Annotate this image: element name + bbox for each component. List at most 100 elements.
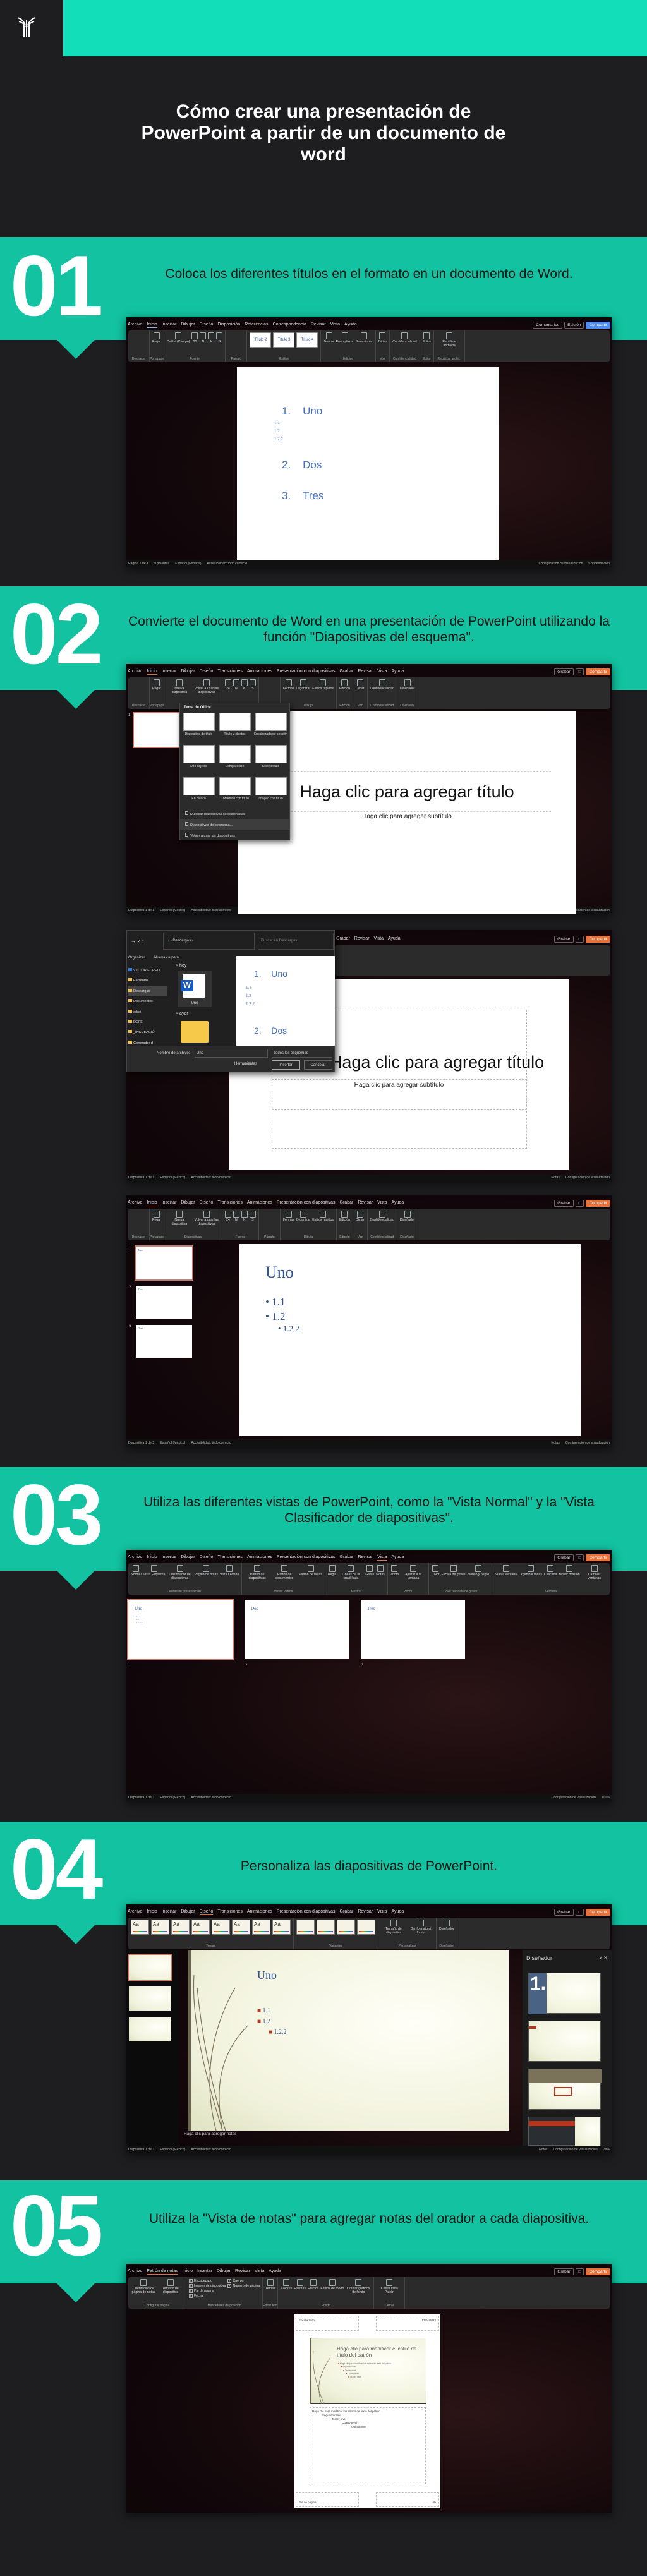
- tab-archivo[interactable]: Archivo: [128, 1200, 142, 1206]
- slide-bullets[interactable]: ■ 1.1 ■ 1.2 ■ 1.2.2: [257, 2005, 287, 2038]
- tab-ayuda[interactable]: Ayuda: [392, 1200, 404, 1206]
- style-titulo-2[interactable]: Título 2: [250, 332, 272, 348]
- search-input[interactable]: Buscar en Descargas: [258, 933, 334, 950]
- ribbon-button-dictar[interactable]: Dictar: [356, 1211, 365, 1222]
- slide-thumbnail[interactable]: Uno • 1.1 • 1.2 • 1.2.2: [127, 1599, 234, 1660]
- tab-insertar[interactable]: Insertar: [162, 1909, 177, 1914]
- file-item[interactable]: W Uno: [178, 971, 212, 1007]
- notes-body-placeholder[interactable]: Haga clic para modificar los estilos de …: [310, 2407, 426, 2484]
- theme-thumbnail[interactable]: [337, 1920, 355, 1935]
- nav-arrows-icon[interactable]: → ˅ ↑: [131, 938, 144, 944]
- ribbon-button-efectos[interactable]: Efectos: [308, 2279, 318, 2294]
- tab-insertar[interactable]: Insertar: [162, 1200, 177, 1206]
- tab-transiciones[interactable]: Transiciones: [217, 1555, 242, 1560]
- tab-archivo[interactable]: Archivo: [128, 669, 142, 674]
- design-idea[interactable]: 1.: [528, 1973, 601, 2014]
- ribbon-button-ajustar-a-la-ventana[interactable]: Ajustar a la ventana: [401, 1565, 426, 1580]
- ribbon-button-dictar[interactable]: Dictar: [356, 679, 365, 691]
- status-item[interactable]: Notas: [551, 1441, 560, 1445]
- slide-canvas[interactable]: Uno • 1.1 • 1.2 • 1.2.2: [239, 1244, 581, 1436]
- tab-revisar[interactable]: Revisar: [311, 322, 326, 327]
- ribbon-button-blanco-y-negro[interactable]: Blanco y negro: [468, 1565, 489, 1576]
- nav-item-edrei[interactable]: edrei: [128, 1007, 167, 1017]
- tab-ayuda[interactable]: Ayuda: [269, 2269, 281, 2274]
- theme-thumbnail[interactable]: Aa: [252, 1920, 270, 1935]
- tab-ayuda[interactable]: Ayuda: [392, 669, 404, 674]
- tab-animaciones[interactable]: Animaciones: [247, 669, 272, 674]
- record-button[interactable]: Grabar: [554, 668, 574, 675]
- ribbon-button-formas[interactable]: Formas: [283, 679, 294, 691]
- date-placeholder[interactable]: 13/04/2023: [376, 2316, 439, 2331]
- tab-vista[interactable]: Vista: [330, 322, 340, 327]
- layout-option[interactable]: Título y objetos: [217, 713, 252, 744]
- tab-transiciones[interactable]: Transiciones: [217, 669, 242, 674]
- close-icon[interactable]: ˅ ✕: [599, 1955, 608, 1961]
- tab-ayuda[interactable]: Ayuda: [388, 936, 401, 941]
- ribbon-button-patron-de-documentos[interactable]: Patrón de documentos: [272, 1565, 297, 1580]
- tab-dibujar[interactable]: Dibujar: [181, 1200, 195, 1206]
- tab-inicio[interactable]: Inicio: [147, 1909, 157, 1914]
- address-bar[interactable]: ↓ › Descargas ›: [163, 933, 255, 950]
- slide-thumbnail[interactable]: [129, 2017, 171, 2041]
- ribbon-button-s[interactable]: S: [249, 679, 256, 691]
- ribbon-button-nueva-diapositiva[interactable]: Nueva diapositiva: [167, 1211, 192, 1226]
- slide-thumbnail[interactable]: Dos: [245, 1600, 349, 1659]
- ribbon-button-cascada[interactable]: Cascada: [544, 1565, 557, 1580]
- nav-item-escritorio[interactable]: Escritorio: [128, 976, 167, 986]
- file-type-select[interactable]: Todos los esquemas: [272, 1049, 332, 1058]
- tab-grabar[interactable]: Grabar: [340, 669, 354, 674]
- tab-dibujar[interactable]: Dibujar: [181, 322, 195, 327]
- layout-option[interactable]: Dos objetos: [181, 745, 216, 776]
- tab-dibujar[interactable]: Dibujar: [181, 1555, 195, 1560]
- header-placeholder[interactable]: Encabezado: [296, 2316, 359, 2331]
- ribbon-button-24[interactable]: 24: [224, 679, 231, 691]
- ribbon-button-color[interactable]: Color: [432, 1565, 439, 1576]
- layout-option[interactable]: Diapositiva de título: [181, 713, 216, 744]
- nav-item-descargas[interactable]: Descargas: [128, 986, 167, 997]
- word-document-page[interactable]: 1. Uno 1.1 1.2 1.2.2 2. Dos 3. Tres: [237, 367, 499, 560]
- tab-revisar[interactable]: Revisar: [235, 2269, 250, 2274]
- ribbon-button-temas[interactable]: Temas: [265, 2279, 275, 2290]
- slide-bullets[interactable]: • 1.1 • 1.2 • 1.2.2: [265, 1295, 299, 1334]
- tab-animaciones[interactable]: Animaciones: [247, 1909, 272, 1914]
- ribbon-button-formas[interactable]: Formas: [283, 1211, 294, 1222]
- comments-button[interactable]: Comentarios: [533, 321, 563, 329]
- ribbon-button-dar-formato-al-fondo[interactable]: Dar formato al fondo: [408, 1920, 433, 1935]
- slide-thumbnail[interactable]: [128, 1954, 172, 1981]
- ribbon-button-disenador[interactable]: Diseñador: [400, 679, 415, 691]
- slide-thumbnail[interactable]: [129, 1986, 171, 2011]
- ribbon-button-edicion[interactable]: Edición: [339, 1211, 350, 1222]
- tab-vista[interactable]: Vista: [377, 669, 387, 674]
- ribbon-button-lineas-de-la-cuadricula[interactable]: Líneas de la cuadrícula: [338, 1565, 363, 1580]
- new-folder-button[interactable]: Nueva carpeta: [154, 956, 179, 960]
- nav-item-incubacio[interactable]: _INCUBACIÓ: [128, 1027, 167, 1037]
- ribbon-button-confidencialidad[interactable]: Confidencialidad: [392, 332, 417, 344]
- checkbox-numero-de-pagina[interactable]: ✓ Número de página: [227, 2284, 260, 2288]
- slide-thumbnail[interactable]: Uno: [135, 1245, 193, 1281]
- ribbon-button-dictar[interactable]: Dictar: [378, 332, 387, 344]
- insert-button[interactable]: Insertar: [272, 1060, 300, 1070]
- ribbon-button-disenador[interactable]: Diseñador: [439, 1920, 454, 1931]
- share-button[interactable]: Compartir: [586, 668, 610, 675]
- comments-button[interactable]: □: [575, 935, 584, 943]
- ribbon-button-tamano-de-diapositiva[interactable]: Tamaño de diapositiva: [381, 1920, 406, 1935]
- slide-title[interactable]: Uno: [265, 1263, 294, 1282]
- tab-diseno[interactable]: Diseño: [200, 1200, 214, 1206]
- comments-icon[interactable]: □: [575, 668, 584, 675]
- ribbon-button-pegar[interactable]: Pegar: [152, 1211, 161, 1222]
- layout-option[interactable]: Comparación: [217, 745, 252, 776]
- tab-insertar[interactable]: Insertar: [162, 322, 177, 327]
- nav-item-documentos[interactable]: Documentos: [128, 996, 167, 1007]
- ribbon-button-vista-esquema[interactable]: Vista Esquema: [143, 1565, 166, 1580]
- organize-button[interactable]: Organizar: [128, 956, 145, 960]
- ribbon-button-confidencialidad[interactable]: Confidencialidad: [370, 679, 394, 691]
- ribbon-button-k[interactable]: K: [208, 332, 215, 344]
- folder-icon[interactable]: [181, 1021, 209, 1043]
- nav-item-victor-edrei-l[interactable]: VICTOR EDREI L: [128, 965, 167, 976]
- layout-option[interactable]: Solo el título: [253, 745, 288, 776]
- ribbon-button-reutilizar-archivos[interactable]: Reutilizar archivos: [437, 332, 462, 348]
- tab-insertar[interactable]: Insertar: [162, 1555, 177, 1560]
- ribbon-button-estilos-rapidos[interactable]: Estilos rápidos: [312, 1211, 334, 1222]
- nav-item-dcfe[interactable]: DCFE: [128, 1017, 167, 1027]
- tab-dibujar[interactable]: Dibujar: [217, 2269, 231, 2274]
